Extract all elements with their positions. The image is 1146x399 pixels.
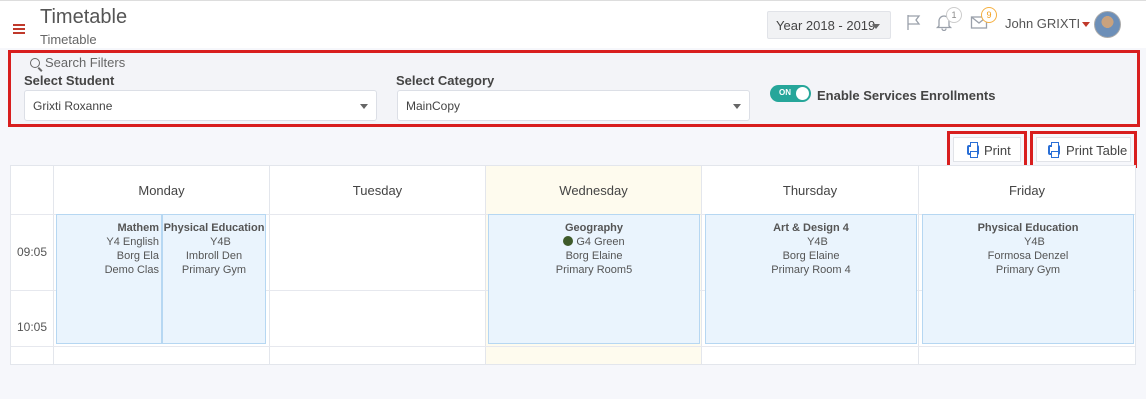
print-table-button[interactable]: Print Table <box>1036 137 1131 162</box>
event-title: Mathem <box>117 222 159 234</box>
user-name[interactable]: John GRIXTI <box>1005 16 1080 31</box>
group-color-dot <box>1011 236 1021 246</box>
category-label: Select Category <box>396 73 495 88</box>
event-card[interactable]: Art & Design 4 Y4B Borg Elaine Primary R… <box>705 214 917 344</box>
group-color-dot <box>93 236 103 246</box>
event-room: Primary Room 4 <box>771 264 851 276</box>
services-enrollment-toggle[interactable]: ON <box>770 85 811 102</box>
notifications-button[interactable]: 1 <box>935 7 962 33</box>
day-column-tuesday <box>270 214 486 364</box>
group-color-dot <box>794 236 804 246</box>
time-gutter <box>11 166 54 364</box>
event-room: Primary Gym <box>181 264 247 276</box>
day-header-thursday: Thursday <box>702 166 919 214</box>
flag-button[interactable] <box>905 13 925 33</box>
search-filters-panel: Search Filters Select Student Grixti Rox… <box>8 50 1140 127</box>
event-teacher: Formosa Denzel <box>987 250 1069 262</box>
notifications-badge: 1 <box>946 7 962 23</box>
toggle-state: ON <box>779 88 791 97</box>
chevron-down-icon <box>360 104 368 109</box>
event-group: Y4B <box>923 235 1133 249</box>
event-card[interactable]: Mathem Y4 English Borg Ela Demo Clas <box>56 214 162 344</box>
event-card[interactable]: Physical Education Y4B Imbroll Den Prima… <box>162 214 266 344</box>
event-room: Demo Clas <box>104 264 159 276</box>
time-label: 09:05 <box>17 245 48 259</box>
printer-icon <box>1048 142 1060 158</box>
timetable-grid: Monday Tuesday Wednesday Thursday Friday… <box>10 165 1136 365</box>
toggle-knob <box>796 87 809 100</box>
day-header-tuesday: Tuesday <box>270 166 486 214</box>
chevron-down-icon <box>733 104 741 109</box>
student-select[interactable]: Grixti Roxanne <box>24 90 377 121</box>
student-label: Select Student <box>24 73 115 88</box>
category-select[interactable]: MainCopy <box>397 90 750 121</box>
event-group: Y4B <box>706 235 916 249</box>
event-title: Physical Education <box>977 222 1079 234</box>
printer-icon <box>967 142 979 158</box>
event-room: Primary Gym <box>995 264 1061 276</box>
print-table-label: Print Table <box>1066 143 1128 158</box>
event-title: Art & Design 4 <box>773 222 849 234</box>
search-filters-title: Search Filters <box>45 55 126 70</box>
day-header-monday: Monday <box>54 166 270 214</box>
category-select-value: MainCopy <box>406 99 461 113</box>
year-select-label: Year 2018 - 2019 <box>776 18 876 33</box>
row-divider <box>11 346 1135 347</box>
print-button[interactable]: Print <box>953 137 1021 162</box>
year-select[interactable]: Year 2018 - 2019 <box>767 11 891 39</box>
print-label: Print <box>984 143 1011 158</box>
services-enrollment-label: Enable Services Enrollments <box>817 88 996 103</box>
search-icon <box>30 58 40 68</box>
group-color-dot <box>563 236 574 246</box>
group-color-dot <box>197 236 207 246</box>
event-teacher: Borg Elaine <box>782 250 840 262</box>
student-select-value: Grixti Roxanne <box>33 99 113 113</box>
day-header-friday: Friday <box>1008 183 1046 198</box>
event-teacher: Borg Ela <box>116 250 159 262</box>
chevron-down-icon <box>872 24 880 29</box>
menu-icon[interactable] <box>13 24 25 34</box>
user-menu-caret-icon[interactable] <box>1082 22 1090 27</box>
event-room: Primary Room5 <box>555 264 633 276</box>
event-group: Y4B <box>163 235 265 249</box>
avatar[interactable] <box>1094 11 1121 38</box>
time-label: 10:05 <box>17 320 48 334</box>
page-title: Timetable <box>40 6 128 28</box>
event-card[interactable]: Geography G4 Green Borg Elaine Primary R… <box>488 214 700 344</box>
print-table-highlight: Print Table <box>1030 131 1137 168</box>
event-teacher: Imbroll Den <box>185 250 243 262</box>
event-title: Geography <box>564 222 624 234</box>
messages-button[interactable]: 9 <box>970 7 997 33</box>
page-breadcrumb: Timetable <box>40 32 97 47</box>
print-highlight: Print <box>947 131 1027 168</box>
event-group: G4 Green <box>489 235 699 249</box>
event-teacher: Borg Elaine <box>565 250 623 262</box>
day-header-wednesday: Wednesday <box>486 166 702 214</box>
top-bar: Timetable Timetable Year 2018 - 2019 1 9… <box>0 0 1146 48</box>
messages-badge: 9 <box>981 7 997 23</box>
flag-icon <box>907 15 921 30</box>
event-title: Physical Education <box>163 222 265 234</box>
event-card[interactable]: Physical Education Y4B Formosa Denzel Pr… <box>922 214 1134 344</box>
event-group: Y4 English <box>57 235 159 249</box>
